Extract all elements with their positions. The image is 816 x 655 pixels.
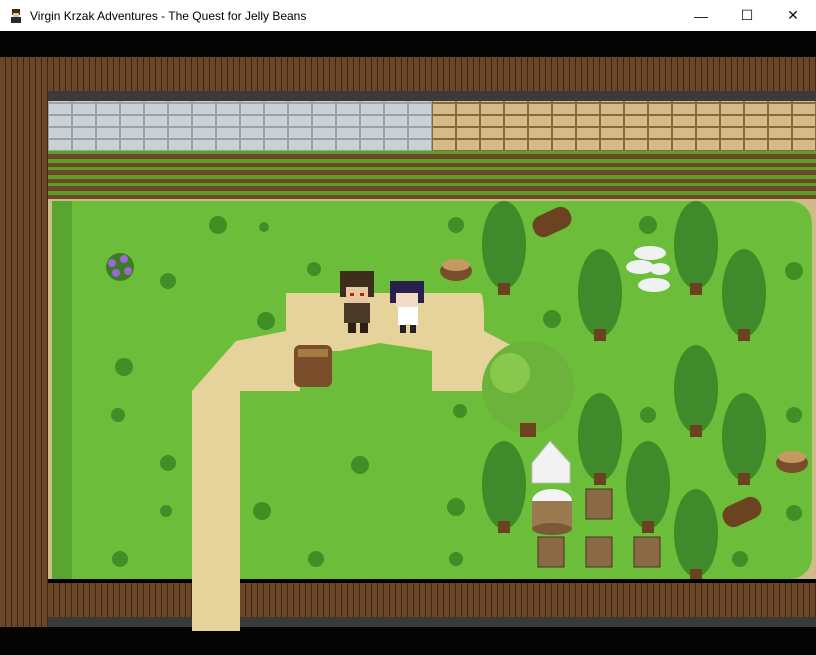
window-title: Virgin Krzak Adventures - The Quest for … [30,8,307,23]
maximize-icon: ☐ [740,7,754,23]
brick-crate [585,536,613,568]
top-wall-cap [48,91,816,101]
bottom-wall-cap-right [240,617,816,627]
close-icon: ✕ [787,7,799,23]
minimize-icon: — [694,7,708,24]
game-character-icon [11,8,21,23]
stump [440,259,472,281]
top-shadow [0,31,816,57]
game-canvas[interactable] [0,31,816,655]
bottom-wooden-wall-right [240,583,816,619]
maximize-button[interactable]: ☐ [724,0,770,31]
bottom-wall-cap-left [48,617,192,627]
left-wooden-wall [0,57,48,655]
flower-bush [106,253,134,281]
exit-path-tail [192,619,240,631]
game-map [0,31,816,655]
gray-stone-wall [48,101,432,151]
barrel [532,489,572,535]
window-titlebar[interactable]: Virgin Krzak Adventures - The Quest for … [0,0,816,31]
close-button[interactable]: ✕ [770,0,816,31]
top-wooden-wall [0,57,816,93]
tan-stone-wall [432,101,816,151]
stump [776,451,808,473]
window-controls: — ☐ ✕ [678,0,816,31]
brick-crate [585,488,613,520]
bottom-wooden-wall-left [48,583,192,619]
grass-shadow [52,201,72,579]
terrace-ledge [48,151,816,199]
broken-stump [294,345,332,387]
brick-crate [633,536,661,568]
minimize-button[interactable]: — [678,0,724,31]
brick-crate [537,536,565,568]
bottom-shadow [0,627,816,655]
